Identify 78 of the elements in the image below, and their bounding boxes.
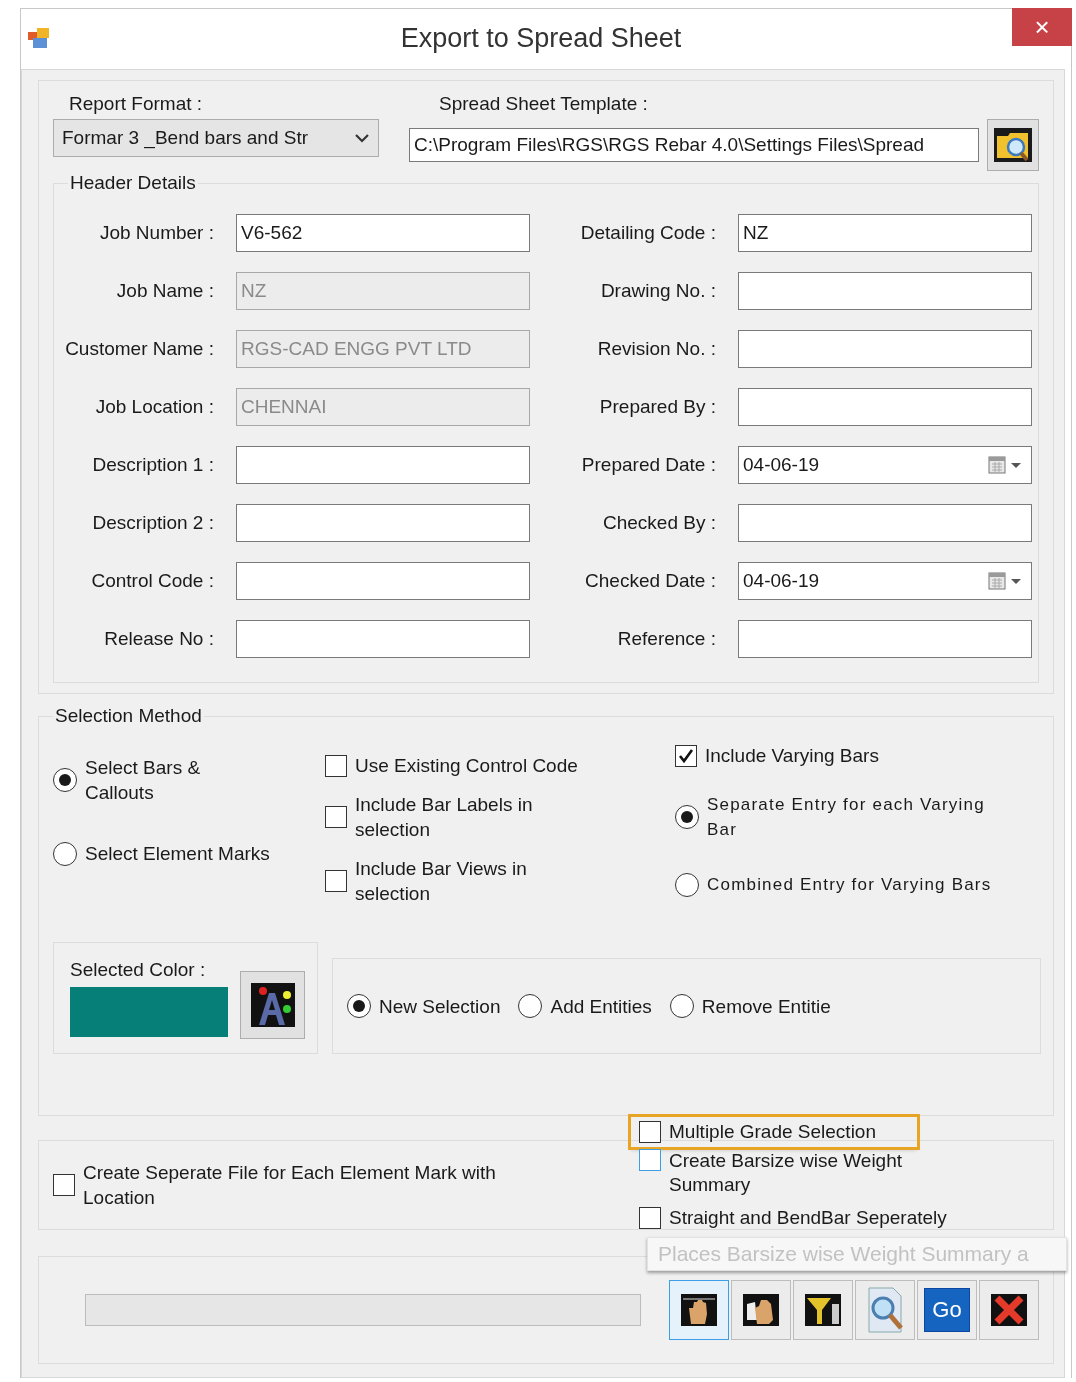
radio-button[interactable] (675, 872, 699, 897)
color-picker-button[interactable] (240, 971, 305, 1039)
checkbox-label: Straight and BendBar Seperately (669, 1206, 947, 1230)
checkbox-label: Include Bar Labels in selection (355, 793, 534, 842)
radio-button[interactable] (53, 768, 77, 792)
checkbox-label: Use Existing Control Code (355, 754, 579, 778)
field-label: Drawing No. : (599, 280, 716, 302)
radio-button[interactable] (669, 994, 694, 1018)
preview-tool-button[interactable] (855, 1280, 915, 1340)
field-label: Detailing Code : (579, 222, 716, 244)
field-label: Description 1 : (91, 454, 214, 476)
field-label: Job Name : (115, 280, 214, 302)
checkbox[interactable] (325, 806, 347, 828)
template-path-field[interactable]: C:\Program Files\RGS\RGS Rebar 4.0\Settings Files\Spread (409, 128, 979, 162)
date-picker[interactable]: 04-06-19 (738, 446, 1032, 484)
radio-label: New Selection (379, 994, 501, 1019)
text-field[interactable]: NZ (738, 214, 1032, 252)
radio-label: Combined Entry for Varying Bars (707, 874, 993, 896)
text-field[interactable] (738, 504, 1032, 542)
radio-label: Select Element Marks (85, 842, 271, 866)
go-tool-button[interactable]: Go (917, 1280, 977, 1340)
field-label: Revision No. : (596, 338, 716, 360)
field-label: Customer Name : (64, 338, 214, 360)
checkbox-label: Multiple Grade Selection (669, 1120, 876, 1144)
field-label: Job Location : (94, 396, 214, 418)
close-tool-button[interactable] (979, 1280, 1039, 1340)
checkbox[interactable] (53, 1174, 75, 1196)
checkbox-label: Create Barsize wise Weight Summary (669, 1149, 904, 1197)
checkbox-label: Include Varying Bars (705, 744, 879, 768)
field-label: Control Code : (90, 570, 214, 592)
hand-tool-button[interactable] (669, 1280, 729, 1340)
field-label: Reference : (616, 628, 716, 650)
filter-tool-button[interactable] (793, 1280, 853, 1340)
text-field[interactable] (738, 330, 1032, 368)
field-label: Spread Sheet Template : (439, 93, 649, 115)
field-label: Description 2 : (91, 512, 214, 534)
date-picker[interactable]: 04-06-19 (738, 562, 1032, 600)
radio-label: Separate Entry for each Varying Bar (707, 794, 986, 841)
app-icon (27, 27, 51, 49)
field-label: Prepared By : (598, 396, 716, 418)
field-label: Checked By : (602, 512, 716, 534)
chevron-icon (354, 132, 370, 144)
text-field[interactable] (236, 446, 530, 484)
text-field[interactable] (236, 562, 530, 600)
text-field[interactable]: V6-562 (236, 214, 530, 252)
hands-tool-button[interactable] (731, 1280, 791, 1340)
text-field[interactable] (738, 272, 1032, 310)
report-format-dropdown[interactable]: Formar 3 _Bend bars and Str (53, 119, 379, 157)
text-field[interactable] (236, 620, 530, 658)
text-field[interactable] (738, 388, 1032, 426)
browse-button[interactable] (987, 119, 1039, 171)
checkbox[interactable] (639, 1121, 661, 1143)
checkbox-label: Create Seperate File for Each Element Mark with Location (83, 1161, 497, 1210)
checkbox-label: Include Bar Views in selection (355, 857, 528, 906)
field-label: Release No : (103, 628, 214, 650)
field-label: Report Format : (69, 93, 204, 115)
go-label: Go (924, 1288, 970, 1332)
field-label: Checked Date : (584, 570, 716, 592)
letter-color-icon (248, 981, 297, 1029)
radio-button[interactable] (53, 841, 77, 866)
checkbox[interactable] (675, 744, 697, 767)
radio-button[interactable] (675, 805, 699, 829)
checkbox[interactable] (325, 870, 347, 892)
checkbox[interactable] (639, 1207, 661, 1229)
window-title: Export to Spread Sheet (399, 22, 683, 54)
field-label: Prepared Date : (580, 454, 716, 476)
text-field[interactable] (738, 620, 1032, 658)
close-button[interactable]: × (1012, 8, 1072, 46)
radio-label: Add Entities (550, 994, 652, 1019)
radio-button[interactable] (518, 994, 543, 1018)
field-label: Selected Color : (70, 959, 207, 981)
checkbox[interactable] (639, 1149, 661, 1171)
checkbox[interactable] (325, 754, 347, 777)
field-label: Job Number : (98, 222, 214, 244)
radio-label: Select Bars & Callouts (85, 756, 202, 805)
radio-label: Remove Entitie (701, 994, 831, 1019)
radio-button[interactable] (347, 994, 371, 1018)
text-field[interactable] (236, 504, 530, 542)
